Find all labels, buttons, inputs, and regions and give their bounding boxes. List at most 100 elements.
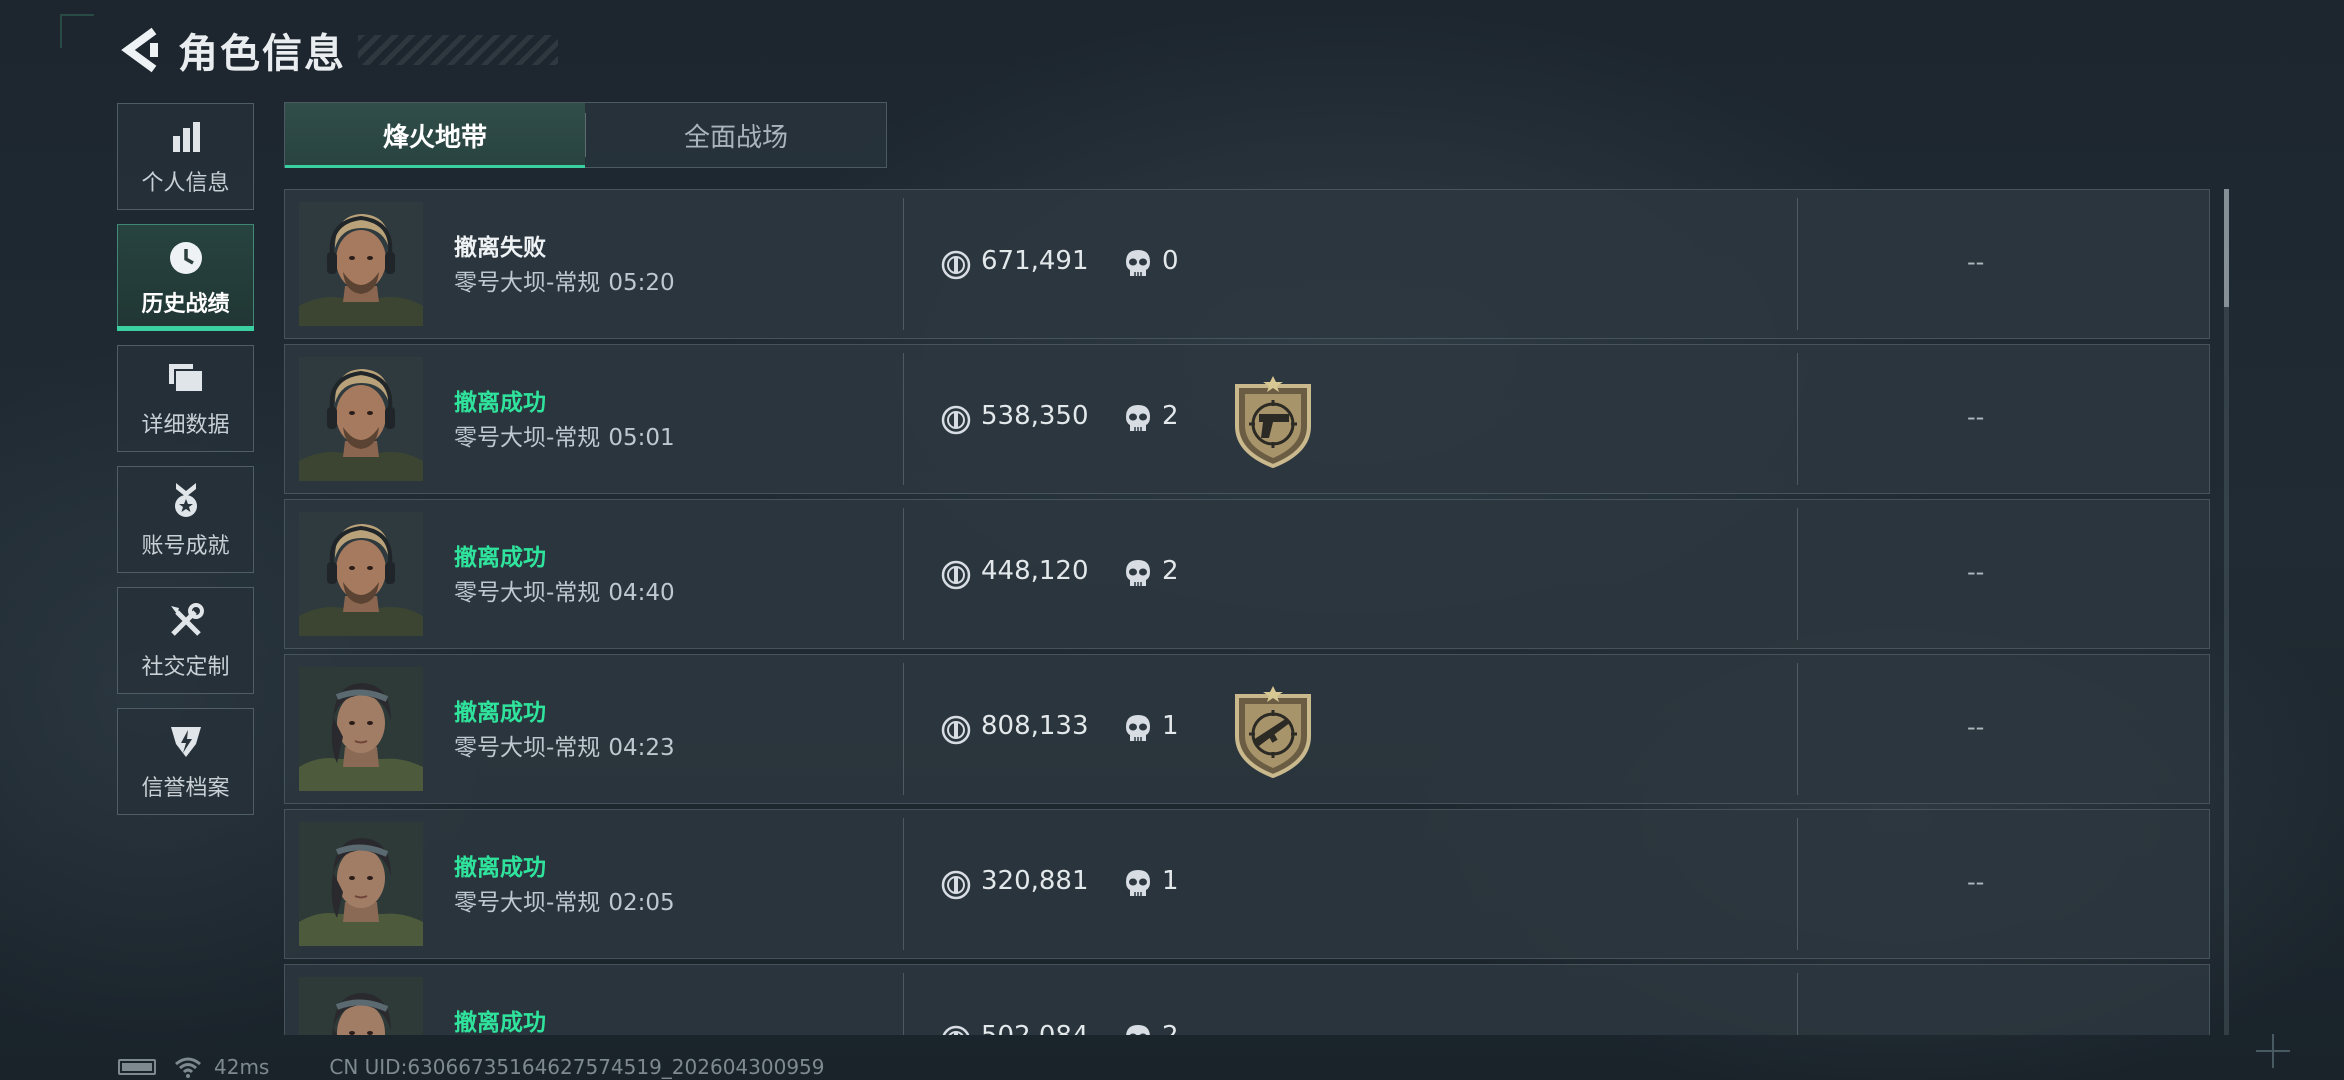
match-duration: 02:05	[608, 890, 675, 916]
mode-tabs: 烽火地带 全面战场	[284, 102, 887, 168]
kill-count: 1	[1162, 711, 1179, 741]
back-chevron-icon	[121, 27, 158, 73]
map-and-duration: 零号大坝-常规 05:01	[454, 418, 675, 452]
map-and-duration: 零号大坝-常规 04:23	[454, 728, 675, 762]
loot-value: 538,350	[981, 401, 1089, 431]
nav-item-details[interactable]: 详细数据	[117, 345, 254, 452]
tab-full-battlefield[interactable]: 全面战场	[586, 103, 886, 167]
nav-item-social[interactable]: 社交定制	[117, 587, 254, 694]
map-name: 零号大坝-常规	[454, 735, 601, 761]
match-row[interactable]: 撤离成功 零号大坝-常规 02:05 320,881 1 --	[284, 809, 2210, 959]
loot-value: 502,084	[981, 1021, 1089, 1035]
match-row[interactable]: 撤离成功 零号大坝-常规 05:01 538,350 2 --	[284, 344, 2210, 494]
folders-icon	[166, 359, 206, 399]
column-divider	[903, 353, 904, 485]
extraction-status: 撤离成功	[454, 545, 546, 571]
extraction-status: 撤离成功	[454, 1010, 546, 1035]
map-and-duration: 零号大坝-常规 02:05	[454, 883, 675, 917]
ping-readout: 42ms	[214, 1055, 270, 1079]
scrollbar-thumb[interactable]	[2224, 189, 2229, 307]
operator-portrait	[299, 822, 423, 946]
pistol-medal-icon[interactable]	[1229, 376, 1317, 469]
column-divider	[1797, 818, 1798, 950]
nav-item-personal-info[interactable]: 个人信息	[117, 103, 254, 210]
match-duration: 05:01	[608, 425, 675, 451]
extra-stat: --	[1967, 868, 1985, 896]
corner-bracket-decoration	[60, 14, 94, 48]
scrollbar[interactable]	[2224, 189, 2229, 1035]
match-row[interactable]: 撤离成功 502,084 2	[284, 964, 2210, 1035]
skull-kills-icon	[1124, 1023, 1152, 1035]
match-row[interactable]: 撤离成功 零号大坝-常规 04:23 808,133 1 --	[284, 654, 2210, 804]
battery-icon	[118, 1059, 156, 1075]
nav-item-achievements[interactable]: 账号成就	[117, 466, 254, 573]
skull-kills-icon	[1124, 868, 1152, 900]
loot-value: 808,133	[981, 711, 1089, 741]
coin-value-icon	[941, 405, 971, 435]
map-name: 零号大坝-常规	[454, 580, 601, 606]
match-row[interactable]: 撤离失败 零号大坝-常规 05:20 671,491 0 --	[284, 189, 2210, 339]
extra-stat: --	[1967, 248, 1985, 276]
kill-count: 0	[1162, 246, 1179, 276]
column-divider	[903, 198, 904, 330]
skull-kills-icon	[1124, 403, 1152, 435]
match-row[interactable]: 撤离成功 零号大坝-常规 04:40 448,120 2 --	[284, 499, 2210, 649]
nav-label: 个人信息	[141, 170, 230, 196]
nav-item-history[interactable]: 历史战绩	[117, 224, 254, 331]
kill-count: 1	[1162, 866, 1179, 896]
column-divider	[903, 818, 904, 950]
header: 角色信息	[116, 20, 558, 80]
wifi-icon	[175, 1057, 201, 1078]
column-divider	[903, 973, 904, 1035]
loot-value: 671,491	[981, 246, 1089, 276]
extraction-status: 撤离成功	[454, 855, 546, 881]
nav-label: 信誉档案	[141, 775, 230, 801]
coin-value-icon	[941, 1025, 971, 1035]
nav-label: 社交定制	[141, 654, 230, 680]
medal-icon	[166, 480, 206, 520]
kill-count: 2	[1162, 401, 1179, 431]
back-button[interactable]	[116, 22, 164, 78]
tools-icon	[166, 601, 206, 641]
column-divider	[903, 508, 904, 640]
nav-label: 历史战绩	[141, 291, 230, 317]
operator-portrait	[299, 977, 423, 1035]
column-divider	[1797, 973, 1798, 1035]
match-duration: 04:40	[608, 580, 675, 606]
page-title: 角色信息	[178, 31, 346, 77]
extra-stat: --	[1967, 713, 1985, 741]
extraction-status: 撤离成功	[454, 700, 546, 726]
extraction-status: 撤离失败	[454, 235, 546, 261]
nav-label: 详细数据	[141, 412, 230, 438]
coin-value-icon	[941, 715, 971, 745]
operator-portrait	[299, 667, 423, 791]
skull-kills-icon	[1124, 248, 1152, 280]
extra-stat: --	[1967, 558, 1985, 586]
match-duration: 04:23	[608, 735, 675, 761]
map-name: 零号大坝-常规	[454, 425, 601, 451]
coin-value-icon	[941, 560, 971, 590]
rifle-medal-icon[interactable]	[1229, 686, 1317, 779]
match-duration: 05:20	[608, 270, 675, 296]
map-name: 零号大坝-常规	[454, 270, 601, 296]
column-divider	[1797, 198, 1798, 330]
column-divider	[903, 663, 904, 795]
nav-item-reputation[interactable]: 信誉档案	[117, 708, 254, 815]
operator-portrait	[299, 202, 423, 326]
operator-portrait	[299, 512, 423, 636]
kill-count: 2	[1162, 556, 1179, 586]
skull-kills-icon	[1124, 713, 1152, 745]
extra-stat: --	[1967, 403, 1985, 431]
map-and-duration: 零号大坝-常规 04:40	[454, 573, 675, 607]
coin-value-icon	[941, 250, 971, 280]
operator-portrait	[299, 357, 423, 481]
title-stripes-decoration	[358, 35, 558, 65]
clock-icon	[166, 238, 206, 278]
column-divider	[1797, 353, 1798, 485]
tab-hazard-zone[interactable]: 烽火地带	[285, 103, 585, 168]
shield-emblem-icon	[166, 722, 206, 762]
nav-label: 账号成就	[141, 533, 230, 559]
match-history-list[interactable]: 撤离失败 零号大坝-常规 05:20 671,491 0 -- 撤离成功 零号大坝…	[284, 189, 2212, 1035]
skull-kills-icon	[1124, 558, 1152, 590]
coin-value-icon	[941, 870, 971, 900]
